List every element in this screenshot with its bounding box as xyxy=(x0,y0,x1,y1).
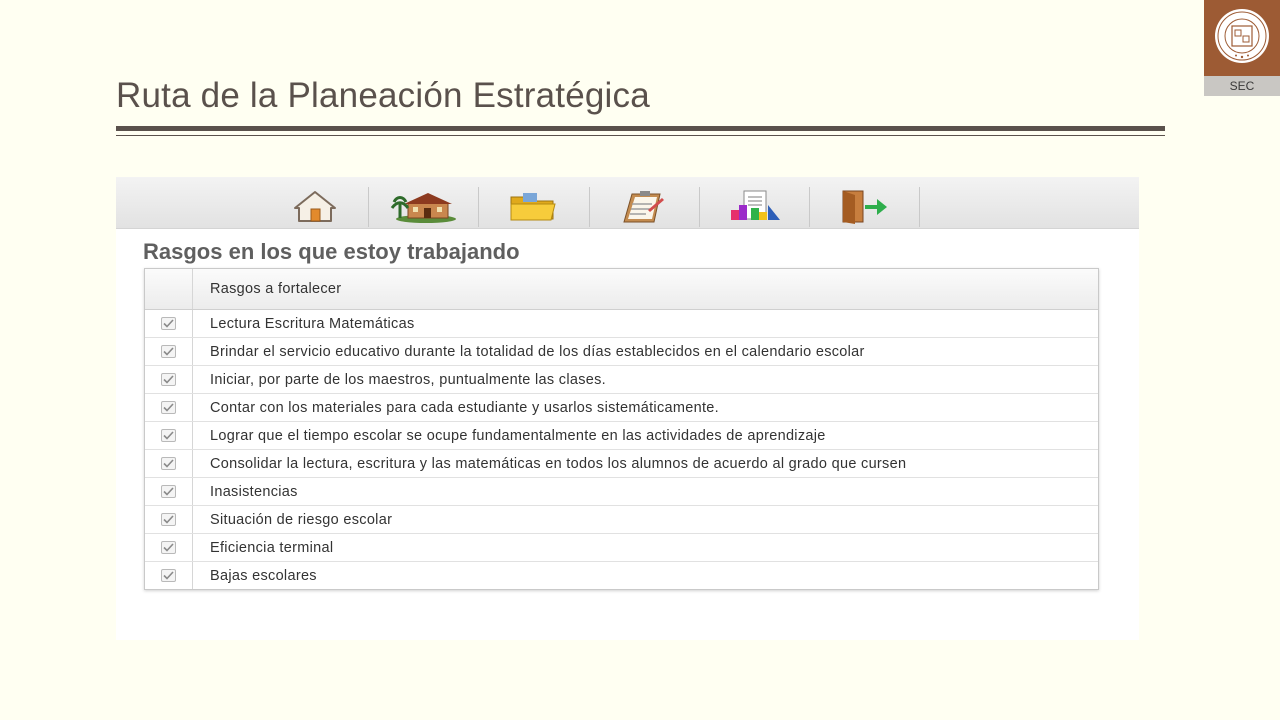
traits-table: Rasgos a fortalecer Lectura Escritura Ma… xyxy=(144,268,1099,590)
row-check-cell xyxy=(145,310,193,337)
slide-title: Ruta de la Planeación Estratégica xyxy=(116,76,650,115)
toolbar-folder-button[interactable] xyxy=(479,187,587,225)
column-header-rasgos[interactable]: Rasgos a fortalecer xyxy=(193,269,1098,309)
school-building-icon xyxy=(390,193,456,223)
app-window: Rasgos en los que estoy trabajando Rasgo… xyxy=(116,177,1139,640)
table-header: Rasgos a fortalecer xyxy=(145,269,1098,310)
checkmark-icon xyxy=(163,543,174,552)
checkmark-icon xyxy=(163,459,174,468)
row-check-cell xyxy=(145,366,193,393)
row-checkbox[interactable] xyxy=(161,513,176,526)
row-checkbox[interactable] xyxy=(161,373,176,386)
row-checkbox[interactable] xyxy=(161,541,176,554)
table-row[interactable]: Eficiencia terminal xyxy=(145,534,1098,562)
row-trait-text: Brindar el servicio educativo durante la… xyxy=(210,343,865,360)
header-check-cell xyxy=(145,269,193,309)
row-checkbox[interactable] xyxy=(161,569,176,582)
row-check-cell xyxy=(145,450,193,477)
table-row[interactable]: Brindar el servicio educativo durante la… xyxy=(145,338,1098,366)
title-rule-thin xyxy=(116,135,1165,136)
row-checkbox[interactable] xyxy=(161,345,176,358)
seal-icon xyxy=(1215,9,1269,63)
checkmark-icon xyxy=(163,515,174,524)
table-row[interactable]: Iniciar, por parte de los maestros, punt… xyxy=(145,366,1098,394)
checkmark-icon xyxy=(163,403,174,412)
table-row[interactable]: Consolidar la lectura, escritura y las m… xyxy=(145,450,1098,478)
checkmark-icon xyxy=(163,375,174,384)
row-check-cell xyxy=(145,394,193,421)
checkmark-icon xyxy=(163,431,174,440)
table-row[interactable]: Bajas escolares xyxy=(145,562,1098,589)
row-check-cell xyxy=(145,506,193,533)
table-row[interactable]: Contar con los materiales para cada estu… xyxy=(145,394,1098,422)
title-rule-thick xyxy=(116,126,1165,131)
home-icon xyxy=(294,191,336,222)
row-trait-text: Lograr que el tiempo escolar se ocupe fu… xyxy=(210,427,826,444)
row-trait-text: Situación de riesgo escolar xyxy=(210,511,393,528)
row-trait-text: Inasistencias xyxy=(210,483,298,500)
report-chart-icon xyxy=(731,190,780,220)
row-check-cell xyxy=(145,422,193,449)
checkmark-icon xyxy=(163,487,174,496)
row-trait-text: Bajas escolares xyxy=(210,567,317,584)
row-checkbox[interactable] xyxy=(161,401,176,414)
toolbar-exit-button[interactable] xyxy=(810,187,918,225)
row-trait-text: Eficiencia terminal xyxy=(210,539,334,556)
toolbar-school-button[interactable] xyxy=(369,187,477,225)
sec-logo: SEC xyxy=(1204,0,1280,96)
row-trait-text: Lectura Escritura Matemáticas xyxy=(210,315,415,332)
table-row[interactable]: Inasistencias xyxy=(145,478,1098,506)
section-heading: Rasgos en los que estoy trabajando xyxy=(143,239,520,264)
row-checkbox[interactable] xyxy=(161,457,176,470)
exit-door-icon xyxy=(842,190,887,224)
row-checkbox[interactable] xyxy=(161,317,176,330)
row-checkbox[interactable] xyxy=(161,429,176,442)
row-trait-text: Contar con los materiales para cada estu… xyxy=(210,399,719,416)
row-check-cell xyxy=(145,534,193,561)
checkmark-icon xyxy=(163,319,174,328)
row-checkbox[interactable] xyxy=(161,485,176,498)
table-row[interactable]: Situación de riesgo escolar xyxy=(145,506,1098,534)
toolbar-clipboard-button[interactable] xyxy=(590,187,698,225)
row-check-cell xyxy=(145,478,193,505)
clipboard-icon xyxy=(623,191,664,223)
row-check-cell xyxy=(145,338,193,365)
row-trait-text: Consolidar la lectura, escritura y las m… xyxy=(210,455,907,472)
row-check-cell xyxy=(145,562,193,589)
row-trait-text: Iniciar, por parte de los maestros, punt… xyxy=(210,371,606,388)
table-body: Lectura Escritura Matemáticas Brindar el … xyxy=(145,310,1098,589)
folder-icon xyxy=(510,193,556,221)
logo-label: SEC xyxy=(1204,76,1280,96)
toolbar xyxy=(116,177,1139,229)
toolbar-report-button[interactable] xyxy=(700,187,808,225)
checkmark-icon xyxy=(163,347,174,356)
table-row[interactable]: Lograr que el tiempo escolar se ocupe fu… xyxy=(145,422,1098,450)
checkmark-icon xyxy=(163,571,174,580)
table-row[interactable]: Lectura Escritura Matemáticas xyxy=(145,310,1098,338)
toolbar-home-button[interactable] xyxy=(261,187,369,225)
